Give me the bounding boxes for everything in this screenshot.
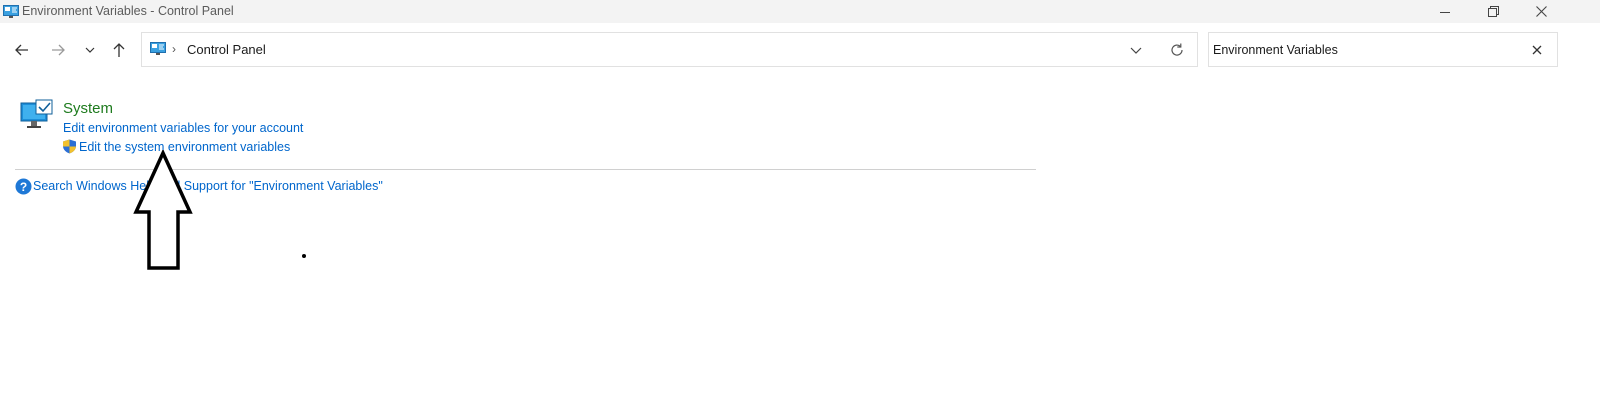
close-button[interactable] <box>1518 0 1564 23</box>
clear-search-button[interactable] <box>1531 43 1543 61</box>
breadcrumb-separator[interactable]: › <box>172 42 176 56</box>
minimize-button[interactable] <box>1422 0 1468 23</box>
back-arrow-icon <box>15 44 28 56</box>
window-title: Environment Variables - Control Panel <box>22 4 234 18</box>
recent-locations-button[interactable] <box>78 38 102 62</box>
search-help-support-link[interactable]: Search Windows Help and Support for "Env… <box>33 179 383 193</box>
up-button[interactable] <box>107 38 131 62</box>
refresh-icon <box>1171 43 1183 56</box>
help-icon: ? <box>15 178 32 200</box>
back-button[interactable] <box>10 38 34 62</box>
system-icon[interactable] <box>20 99 54 136</box>
control-panel-icon <box>150 42 166 60</box>
forward-arrow-icon <box>52 44 65 56</box>
search-box[interactable] <box>1208 32 1558 67</box>
search-input[interactable] <box>1213 40 1513 60</box>
annotation-dot <box>302 254 306 258</box>
up-arrow-icon <box>113 43 125 57</box>
annotation-up-arrow <box>130 148 196 277</box>
close-icon <box>1532 45 1542 55</box>
uac-shield-icon <box>62 139 77 159</box>
restore-button[interactable] <box>1470 0 1516 23</box>
title-bar: Environment Variables - Control Panel <box>0 0 1600 23</box>
forward-button[interactable] <box>46 38 70 62</box>
breadcrumb-control-panel[interactable]: Control Panel <box>187 42 266 57</box>
address-bar[interactable]: › Control Panel <box>141 32 1198 67</box>
chevron-down-icon <box>1130 47 1142 54</box>
address-history-dropdown[interactable] <box>1130 43 1142 61</box>
chevron-down-icon <box>85 47 95 53</box>
control-panel-icon <box>3 5 19 23</box>
category-title-system[interactable]: System <box>63 100 113 117</box>
refresh-button[interactable] <box>1169 42 1185 63</box>
svg-text:?: ? <box>20 180 27 194</box>
edit-account-env-vars-link[interactable]: Edit environment variables for your acco… <box>63 121 303 135</box>
